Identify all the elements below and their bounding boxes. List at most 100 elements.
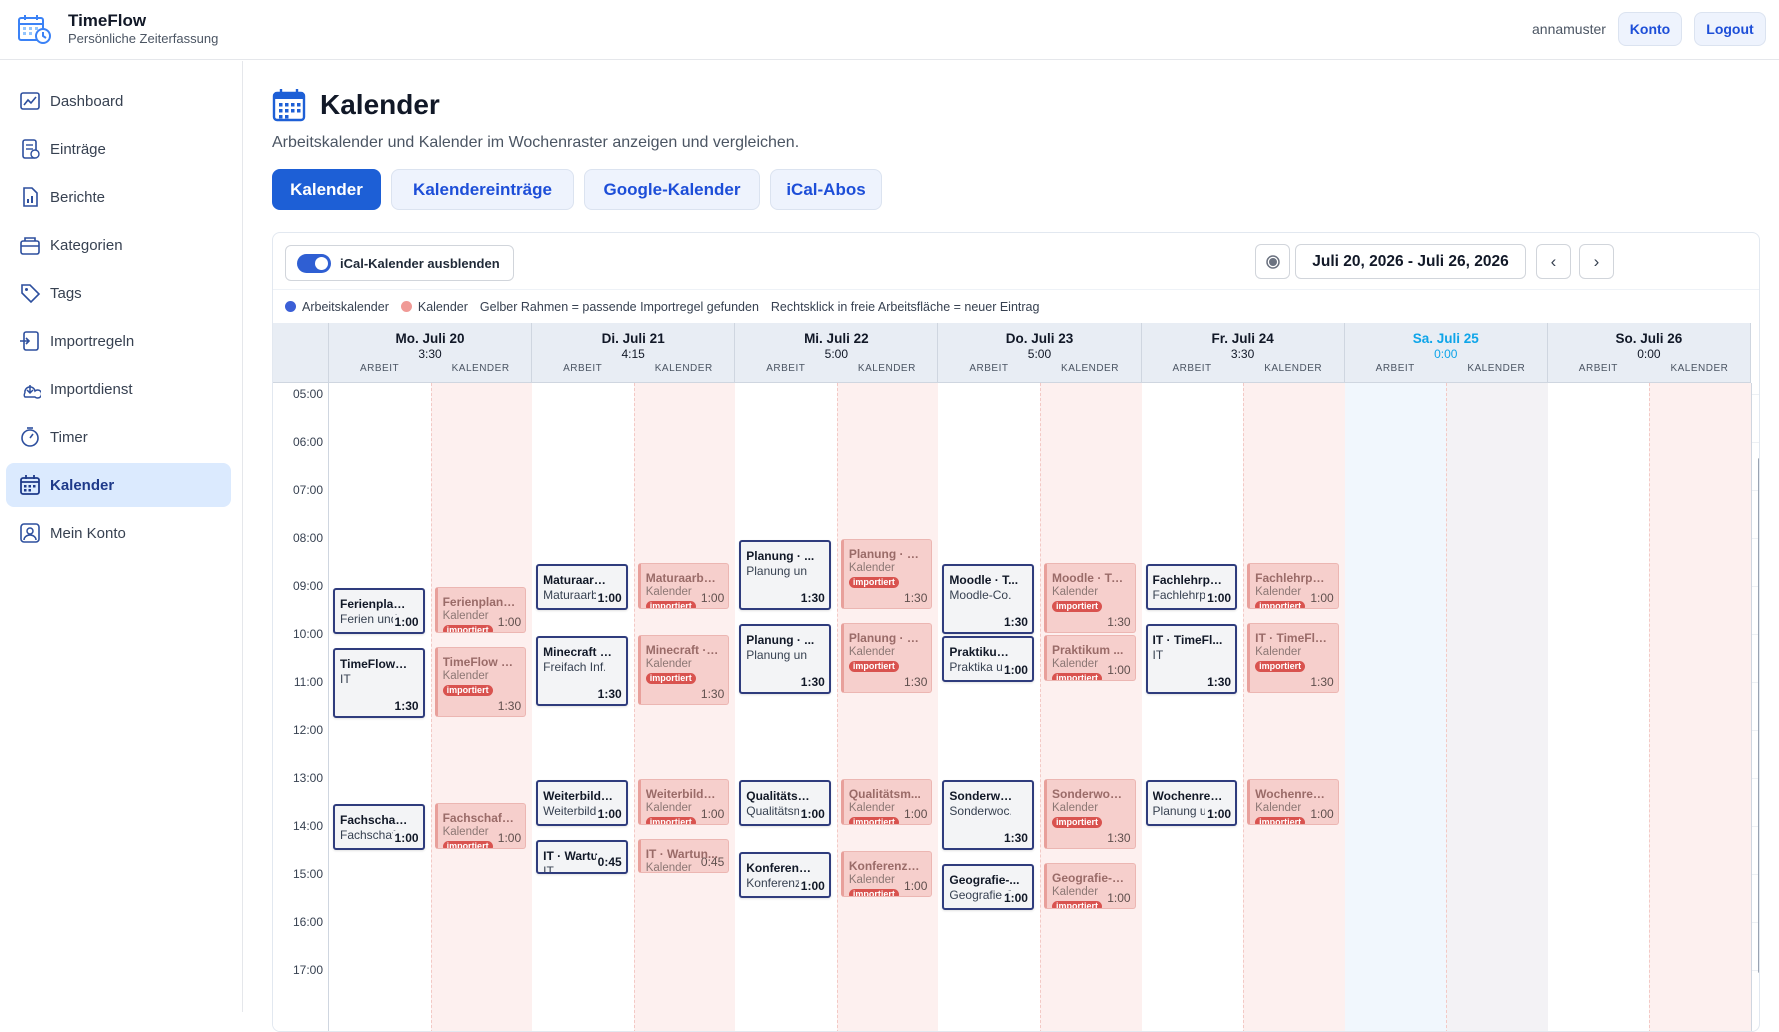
work-entry[interactable]: Fachlehrpe...Fachlehrpe...1:00 [1145, 564, 1238, 610]
ical-toggle[interactable]: iCal-Kalender ausblenden [285, 245, 514, 281]
toggle-switch[interactable] [297, 253, 331, 273]
calendar-icon [272, 89, 306, 122]
calendar-entry[interactable]: Fachschaft ... Kalender importiert 1:00 [434, 803, 527, 849]
work-legend-dot [285, 301, 296, 312]
grid-scrollbar[interactable] [1758, 458, 1759, 973]
hour-label: 05:00 [292, 387, 323, 401]
calendar-entry[interactable]: Minecraft · ... Kalender importiert 1:30 [637, 635, 730, 705]
entry-title: Minecraft · ... [543, 645, 614, 659]
tab-google-calendar[interactable]: Google-Kalender [584, 169, 760, 210]
work-entry[interactable]: Qualitätsm... Qualitätsm... 1:00 [739, 780, 831, 826]
calendar-entry[interactable]: Weiterbildu... Kalender importiert 1:00 [637, 779, 730, 825]
calendar-column-label: KALENDER [1061, 363, 1119, 374]
sidebar-item-calendar[interactable]: Kalender [6, 463, 231, 507]
entry-duration: 1:00 [904, 807, 928, 821]
sidebar-item-reports[interactable]: Berichte [6, 175, 231, 219]
work-entry[interactable]: Ferienplan... Ferien und... 1:00 [333, 588, 425, 634]
calendar-entry[interactable]: Planung · G... Kalender importiert 1:30 [840, 539, 933, 609]
entry-title: IT · TimeFl... [1152, 633, 1223, 647]
entry-duration: 1:30 [392, 699, 419, 713]
work-entry[interactable]: Weiterbildu...Weiterbildu...1:00 [536, 780, 628, 826]
calendar-entry[interactable]: Konferenzv... Kalender importiert 1:00 [840, 851, 933, 897]
imported-badge: importiert [848, 817, 899, 824]
work-entry[interactable]: IT · TimeFl... IT 1:30 [1145, 624, 1238, 694]
date-range[interactable]: Juli 20, 2026 - Juli 26, 2026 [1295, 244, 1526, 279]
calendar-entry[interactable]: Fachlehrpe... Kalender importiert 1:00 [1247, 563, 1339, 609]
calendar-entry[interactable]: Qualitätsm... Kalender importiert 1:00 [840, 779, 933, 825]
grid-body[interactable]: 05:00 06:00 07:00 08:00 09:00 10:00 11:00 12:00… [273, 383, 1759, 1031]
calendar-entry[interactable]: IT · Wartun... Kalender 0:45 [637, 839, 730, 873]
work-entry[interactable]: Moodle · T... Moodle-Co... 1:30 [942, 564, 1034, 634]
work-entry[interactable]: TimeFlow ·... IT 1:30 [333, 648, 425, 718]
prev-week-button[interactable]: ‹ [1536, 244, 1571, 279]
work-column[interactable] [938, 383, 1040, 1031]
hour-label: 07:00 [292, 483, 323, 497]
entry-duration: 1:00 [798, 807, 825, 821]
calendar-entry[interactable]: IT · TimeFlo... Kalender importiert 1:30 [1247, 623, 1339, 693]
work-entry[interactable]: Wochenrev... Planung u... 1:00 [1145, 780, 1238, 826]
sidebar-item-import-service[interactable]: Importdienst [6, 367, 231, 411]
calendar-entry[interactable]: Wochenrevi... Kalender importiert 1:00 [1247, 779, 1339, 825]
tab-ical-subscriptions[interactable]: iCal-Abos [770, 169, 882, 210]
work-column-label: ARBEIT [1375, 363, 1415, 374]
next-week-button[interactable]: › [1579, 244, 1614, 279]
work-column[interactable] [1547, 383, 1650, 1031]
entry-duration: 1:00 [700, 807, 725, 821]
work-entry[interactable]: Fachschaft... Fachschaft... 1:00 [333, 804, 425, 850]
calendar-column-label: KALENDER [451, 363, 510, 374]
calendar-entry[interactable]: Planung · G... Kalender importiert 1:30 [840, 623, 933, 693]
sidebar-item-categories[interactable]: Kategorien [6, 223, 231, 267]
work-column[interactable] [1344, 383, 1447, 1031]
today-button[interactable] [1255, 244, 1290, 279]
work-entry[interactable]: IT · Wartun... IT 0:45 [536, 840, 628, 874]
entry-duration: 1:30 [1107, 831, 1131, 845]
entry-title: Moodle · T... [949, 573, 1019, 587]
work-entry[interactable]: Planung · ...Planung un... 1:30 [739, 540, 831, 610]
logout-button[interactable]: Logout [1694, 12, 1766, 46]
sidebar-item-entries[interactable]: Einträge [6, 127, 231, 171]
calendar-entry[interactable]: Geografie-S... Kalender importiert 1:00 [1043, 863, 1136, 909]
work-column-label: ARBEIT [1578, 363, 1618, 374]
work-column-label: ARBEIT [359, 363, 400, 374]
work-entry[interactable]: Sonderwoc...Sonderwoc... 1:30 [942, 780, 1034, 850]
time-column: 05:00 06:00 07:00 08:00 09:00 10:00 11:00 12:00… [273, 383, 329, 1031]
account-button[interactable]: Konto [1618, 12, 1682, 46]
calendar-entry[interactable]: Praktikum ... Kalender importiert 1:00 [1043, 635, 1136, 681]
sidebar-item-tags[interactable]: Tags [6, 271, 231, 315]
tab-calendar[interactable]: Kalender [272, 169, 381, 210]
work-entry[interactable]: Maturaarbe...Maturaarbe...1:00 [536, 564, 628, 610]
calendar-entry[interactable]: TimeFlow · ... Kalender importiert 1:30 [434, 647, 527, 717]
work-column[interactable] [1141, 383, 1244, 1031]
entry-title: Weiterbildu... [543, 789, 614, 803]
entry-title: Moodle · Te... [1051, 571, 1125, 585]
day-header: Sa. Juli 25 0:00 ARBEIT KALENDER [1344, 323, 1548, 383]
sidebar-item-import-rules[interactable]: Importregeln [6, 319, 231, 363]
day-total: 0:00 [1434, 347, 1458, 361]
entry-title: Planung · ... [746, 549, 815, 563]
work-column[interactable] [735, 383, 837, 1031]
work-entry[interactable]: Konferenz ... Konferenz ... 1:00 [739, 852, 831, 898]
tab-calendar-entries[interactable]: Kalendereinträge [391, 169, 574, 210]
entry-subtitle: Planung un... [746, 648, 808, 662]
imported-badge: importiert [442, 685, 493, 696]
sidebar-item-dashboard[interactable]: Dashboard [6, 79, 231, 123]
entry-source: Kalender [848, 802, 895, 814]
work-entry[interactable]: Minecraft · ...Freifach Inf... 1:30 [536, 636, 628, 706]
calendar-entry[interactable]: Moodle · Te... Kalender importiert 1:30 [1043, 563, 1136, 633]
entry-source: Kalender [848, 562, 895, 574]
calendar-entry[interactable]: Sonderwoc... Kalender importiert 1:30 [1043, 779, 1136, 849]
dashboard-icon [18, 89, 42, 113]
calendar-entry[interactable]: Ferienplanu... Kalender importiert 1:00 [434, 587, 527, 633]
entry-title: Wochenrevi... [1255, 787, 1329, 801]
entry-duration: 1:00 [1205, 807, 1232, 821]
calendar-entry[interactable]: Maturaarbei... Kalender importiert 1:00 [637, 563, 730, 609]
sidebar-item-timer[interactable]: Timer [6, 415, 231, 459]
entry-title: Qualitätsm... [848, 787, 921, 801]
work-column[interactable] [532, 383, 634, 1031]
work-entry[interactable]: Planung · ...Planung un... 1:30 [739, 624, 831, 694]
ical-toggle-label: iCal-Kalender ausblenden [340, 255, 500, 271]
work-entry[interactable]: Geografie-...Geografie-S...1:00 [942, 864, 1034, 910]
sidebar-item-account[interactable]: Mein Konto [6, 511, 231, 555]
entry-title: Sonderwoc... [949, 789, 1020, 803]
work-entry[interactable]: Praktikum ... Praktika u... 1:00 [942, 636, 1034, 682]
